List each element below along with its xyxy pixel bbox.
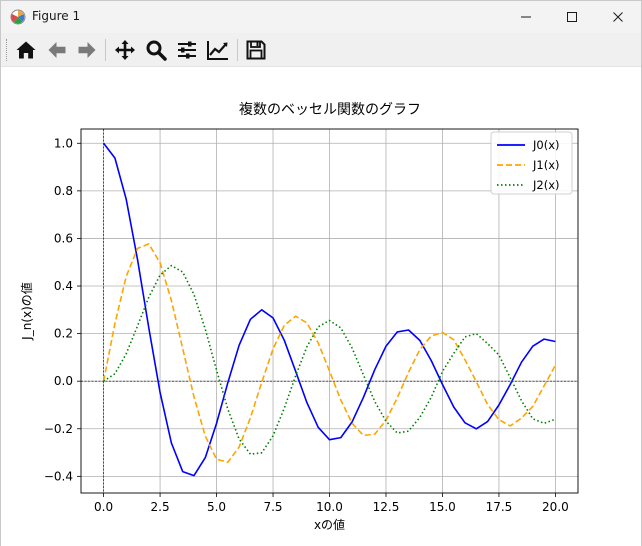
maximize-button[interactable] [549, 1, 595, 33]
x-tick-label: 7.5 [263, 500, 282, 514]
y-tick-label: 0.4 [54, 279, 73, 293]
customize-icon [207, 41, 228, 60]
x-axis-label: xの値 [314, 517, 345, 532]
back-button[interactable] [44, 37, 70, 63]
legend[interactable]: J0(x) J1(x) J2(x) [490, 131, 573, 195]
close-icon [613, 12, 623, 22]
x-tick-label: 5.0 [207, 500, 226, 514]
minimize-button[interactable] [503, 1, 549, 33]
subplots-icon [178, 41, 196, 59]
y-tick-label: 0.8 [54, 184, 73, 198]
back-arrow-icon [48, 42, 66, 58]
maximize-icon [567, 12, 577, 22]
legend-label: J0(x) [532, 138, 560, 152]
x-tick-label: 20.0 [542, 500, 569, 514]
home-button[interactable] [13, 37, 39, 63]
y-tick-label: 0.6 [54, 231, 73, 245]
x-tick-label: 12.5 [373, 500, 400, 514]
pan-button[interactable] [112, 37, 138, 63]
y-tick-label: −0.4 [44, 469, 73, 483]
home-icon [16, 41, 36, 59]
window-title: Figure 1 [32, 9, 81, 23]
legend-label: J1(x) [532, 158, 560, 172]
y-tick-label: 1.0 [54, 136, 73, 150]
title-bar[interactable]: Figure 1 [1, 1, 641, 33]
chart-title: 複数のベッセル関数のグラフ [239, 101, 421, 118]
toolbar-grip [6, 39, 8, 61]
legend-box [490, 131, 573, 195]
save-icon [246, 40, 266, 60]
x-tick-label: 2.5 [151, 500, 170, 514]
x-tick-label: 17.5 [486, 500, 513, 514]
forward-arrow-icon [78, 42, 96, 58]
legend-label: J2(x) [532, 178, 560, 192]
zoom-button[interactable] [143, 37, 169, 63]
save-button[interactable] [243, 37, 269, 63]
subplots-button[interactable] [174, 37, 200, 63]
y-axis-label: J_n(x)の値 [19, 282, 34, 341]
y-tick-label: 0.0 [54, 374, 73, 388]
customize-button[interactable] [205, 37, 231, 63]
toolbar-separator [237, 39, 238, 61]
minimize-icon [521, 16, 531, 18]
matplotlib-logo-icon [10, 9, 26, 25]
pan-icon [115, 40, 135, 60]
x-tick-label: 0.0 [94, 500, 113, 514]
close-button[interactable] [595, 1, 641, 33]
x-tick-label: 10.0 [316, 500, 343, 514]
figure-canvas[interactable]: 複数のベッセル関数のグラフ 0.0 2.5 5.0 7.5 10.0 12.5 15.0 17… [1, 68, 641, 546]
figure-window: Figure 1 複数のベッセル関数のグラフ 0.0 2.5 5.0 7.5 1… [0, 0, 642, 546]
x-tick-label: 15.0 [429, 500, 456, 514]
tick-layer: 0.0 2.5 5.0 7.5 10.0 12.5 15.0 17.5 20.0 −0.4 −0.2… [44, 136, 569, 514]
bessel-chart[interactable]: 複数のベッセル関数のグラフ 0.0 2.5 5.0 7.5 10.0 12.5 15.0 17… [1, 68, 641, 546]
forward-button[interactable] [74, 37, 100, 63]
toolbar-separator [105, 39, 106, 61]
navigation-toolbar [1, 33, 641, 67]
y-tick-label: −0.2 [44, 422, 73, 436]
y-tick-label: 0.2 [54, 327, 73, 341]
zoom-icon [146, 40, 167, 61]
